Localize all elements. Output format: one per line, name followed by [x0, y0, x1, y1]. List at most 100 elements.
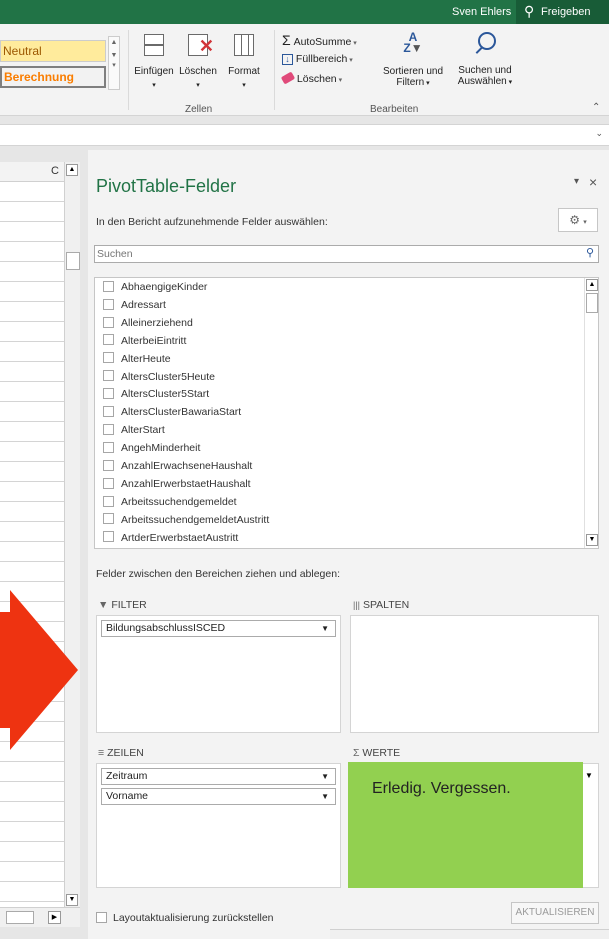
field-label: AlterStart: [121, 424, 165, 437]
collapse-ribbon-icon[interactable]: ⌃: [592, 102, 600, 113]
expand-formula-icon[interactable]: ⌄: [595, 128, 603, 139]
columns-area-header: ||| SPALTEN: [353, 596, 409, 614]
horizontal-scrollbar[interactable]: ▶: [0, 907, 80, 927]
field-item[interactable]: AngehMinderheit: [103, 439, 200, 457]
scroll-up-icon[interactable]: ▲: [66, 164, 78, 176]
field-item[interactable]: AltersCluster5Heute: [103, 368, 215, 386]
area-field-dropdown[interactable]: Vorname ▼: [101, 788, 336, 805]
field-label: Adressart: [121, 298, 166, 311]
field-checkbox[interactable]: [103, 459, 114, 471]
field-checkbox[interactable]: [103, 531, 114, 543]
field-item[interactable]: ArtderErwerbstaetAustritt: [103, 529, 238, 547]
share-button[interactable]: ⚲ Freigeben: [516, 0, 609, 24]
field-label: AngehMinderheit: [121, 442, 201, 455]
find-select-button[interactable]: Suchen und Auswählen ▾: [452, 30, 518, 102]
sigma-icon: Σ: [282, 32, 291, 48]
dropdown-arrow-icon[interactable]: ▼: [321, 621, 329, 636]
field-checkbox[interactable]: [103, 495, 114, 507]
dropdown-arrow-icon[interactable]: ▼: [321, 769, 329, 784]
sort-filter-icon: A Z▼: [403, 30, 423, 55]
checkbox[interactable]: [96, 911, 107, 923]
edit-group-label: Bearbeiten: [370, 104, 419, 115]
field-checkbox[interactable]: [103, 334, 114, 346]
status-bar: [330, 929, 609, 939]
columns-area[interactable]: [350, 615, 599, 733]
delete-button[interactable]: ✕ Löschen ▾: [177, 30, 219, 94]
share-label: Freigeben: [541, 6, 591, 18]
field-item[interactable]: ArbeitssuchendgemeldetAustritt: [103, 511, 269, 529]
close-icon[interactable]: ×: [589, 174, 597, 190]
values-area-header: Σ WERTE: [353, 744, 400, 762]
field-item[interactable]: Arbeitssuchendgemeldet: [103, 493, 237, 511]
field-list-scrollbar[interactable]: ▲ ▼: [584, 278, 598, 548]
search-input[interactable]: [97, 247, 577, 261]
filter-label: FILTER: [111, 599, 147, 611]
scroll-thumb[interactable]: [66, 252, 80, 270]
gear-icon[interactable]: ⚙ ▾: [558, 208, 598, 232]
autosum-button[interactable]: Σ AutoSumme ▾: [282, 32, 357, 48]
scroll-down-icon[interactable]: ▼: [586, 534, 598, 546]
ribbon: Neutral Berechnung ▲ ▼ ▾ Einfügen ▾ ✕ Lösc…: [0, 24, 609, 116]
formula-bar[interactable]: ⌄: [0, 124, 609, 146]
sort-filter-button[interactable]: A Z▼ Sortieren und Filtern ▾: [378, 30, 448, 102]
field-checkbox[interactable]: [103, 298, 114, 310]
field-item[interactable]: Adressart: [103, 296, 166, 314]
area-field-label: Zeitraum: [106, 770, 148, 782]
rows-label: ZEILEN: [107, 747, 144, 759]
update-button[interactable]: AKTUALISIEREN: [511, 902, 599, 924]
field-item[interactable]: AltersCluster5Start: [103, 385, 209, 403]
columns-icon: |||: [353, 600, 361, 610]
field-item[interactable]: AnzahlErwachseneHaushalt: [103, 457, 252, 475]
sticky-note: Erledig. Vergessen.: [348, 762, 583, 888]
person-icon: ⚲: [524, 3, 535, 19]
field-item[interactable]: AltersClusterBawariaStart: [103, 403, 241, 421]
fill-button[interactable]: ↓ Füllbereich ▾: [282, 53, 353, 69]
scroll-thumb[interactable]: [586, 293, 598, 313]
filter-area[interactable]: BildungsabschlussISCED ▼: [96, 615, 341, 733]
field-checkbox[interactable]: [103, 280, 114, 292]
field-checkbox[interactable]: [103, 388, 114, 400]
scroll-up-icon[interactable]: ▲: [586, 279, 598, 291]
style-calculation[interactable]: Berechnung: [0, 66, 106, 88]
fill-down-icon: ↓: [282, 54, 293, 65]
user-name[interactable]: Sven Ehlers: [452, 6, 511, 18]
area-field-dropdown[interactable]: BildungsabschlussISCED ▼: [101, 620, 336, 637]
magnifier-icon[interactable]: ⚲: [586, 246, 594, 259]
scroll-down-icon[interactable]: ▼: [66, 894, 78, 906]
column-header-c[interactable]: C: [51, 165, 59, 177]
arrow-shape: [0, 590, 78, 750]
field-item[interactable]: AbhaengigeKinder: [103, 278, 207, 296]
field-item[interactable]: Alleinerziehend: [103, 314, 193, 332]
format-button[interactable]: Format ▾: [222, 30, 266, 94]
field-item[interactable]: AlterStart: [103, 421, 165, 439]
field-checkbox[interactable]: [103, 316, 114, 328]
field-checkbox[interactable]: [103, 370, 114, 382]
rows-area[interactable]: Zeitraum ▼ Vorname ▼: [96, 763, 341, 888]
field-checkbox[interactable]: [103, 477, 114, 489]
vertical-scrollbar[interactable]: ▲ ▼: [64, 162, 80, 907]
column-header-row: C: [0, 162, 64, 182]
field-item[interactable]: AlterHeute: [103, 350, 171, 368]
field-item[interactable]: AnzahlErwerbstaetHaushalt: [103, 475, 251, 493]
field-checkbox[interactable]: [103, 423, 114, 435]
defer-update-checkbox[interactable]: Layoutaktualisierung zurückstellen: [96, 911, 274, 924]
styles-scroll[interactable]: ▲ ▼ ▾: [108, 36, 120, 90]
search-box: ⚲: [94, 245, 599, 263]
style-neutral[interactable]: Neutral: [0, 40, 106, 62]
field-checkbox[interactable]: [103, 406, 114, 418]
worksheet-grid[interactable]: [0, 182, 64, 907]
pane-options-icon[interactable]: ▾: [574, 176, 579, 187]
area-field-dropdown[interactable]: Zeitraum ▼: [101, 768, 336, 785]
field-label: AnzahlErwerbstaetHaushalt: [121, 477, 251, 490]
values-dropdown-arrow[interactable]: ▼: [581, 767, 597, 784]
dropdown-arrow-icon[interactable]: ▼: [321, 789, 329, 804]
insert-button[interactable]: Einfügen ▾: [132, 30, 176, 94]
field-checkbox[interactable]: [103, 513, 114, 525]
scroll-right-icon[interactable]: ▶: [48, 911, 61, 924]
field-checkbox[interactable]: [103, 352, 114, 364]
clear-button[interactable]: Löschen ▾: [280, 71, 342, 89]
field-checkbox[interactable]: [103, 441, 114, 453]
field-item[interactable]: AlterbeiEintritt: [103, 332, 186, 350]
search-icon: [472, 32, 498, 62]
area-field-label: Vorname: [106, 790, 149, 802]
